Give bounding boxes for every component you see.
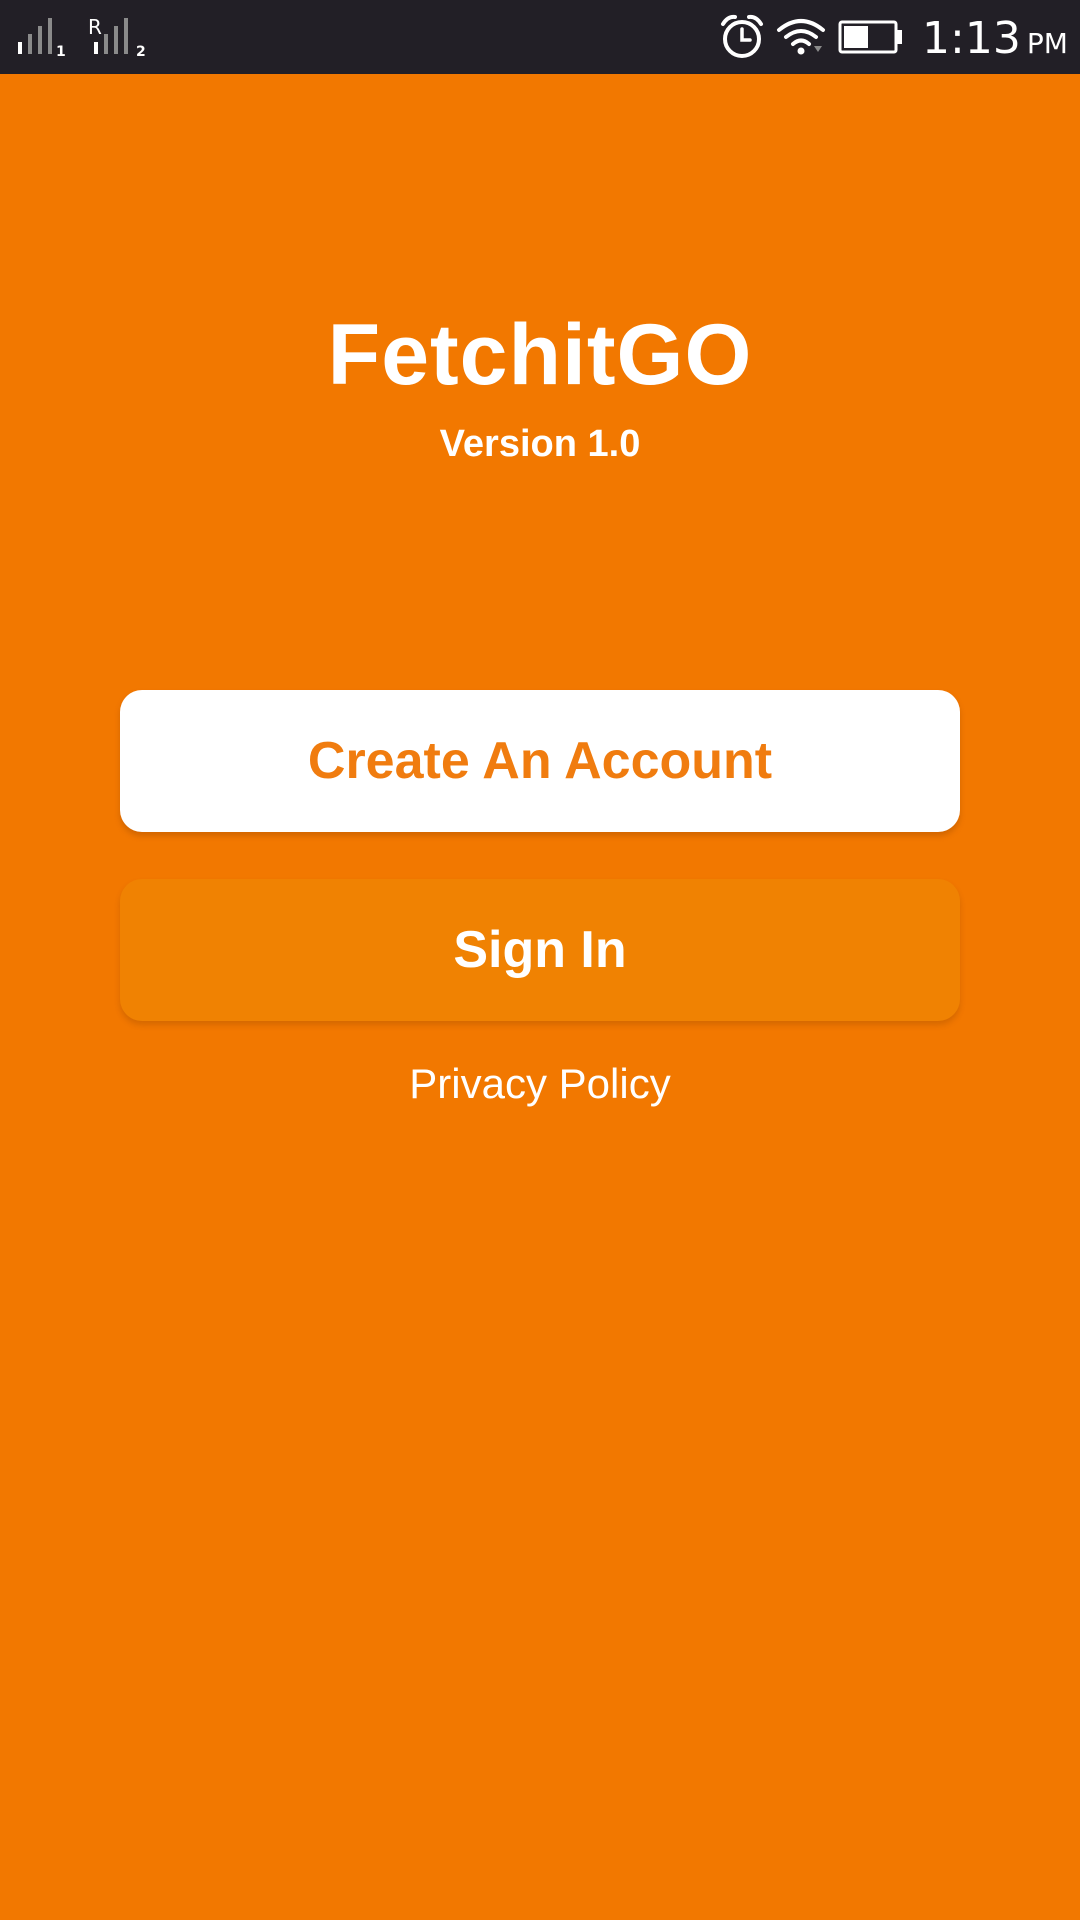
privacy-policy-link[interactable]: Privacy Policy (0, 1058, 1080, 1110)
battery-icon (838, 20, 902, 54)
status-time: 1:13 PM (922, 12, 1068, 71)
time-text: 1:13 (922, 13, 1021, 64)
create-account-button[interactable]: Create An Account (120, 690, 960, 832)
wifi-icon (777, 19, 825, 55)
sim2-roaming-label: R (88, 15, 102, 39)
alarm-icon (721, 14, 763, 58)
screen: 1 R 2 1:13 PM FetchitGO Version 1.0 Crea… (0, 0, 1080, 1920)
signal-sim1-icon (18, 18, 52, 54)
ampm-text: PM (1026, 27, 1068, 60)
sign-in-button[interactable]: Sign In (120, 879, 960, 1021)
app-title: FetchitGO (327, 307, 753, 403)
sim1-label: 1 (56, 44, 66, 60)
signal-sim2-roaming-icon: R (88, 15, 128, 54)
sim2-label: 2 (136, 44, 146, 60)
signal-icons: 1 R 2 (18, 15, 146, 60)
sign-in-label: Sign In (453, 921, 627, 979)
create-account-label: Create An Account (307, 732, 773, 790)
status-bar: 1 R 2 1:13 PM (0, 0, 1080, 74)
app-version: Version 1.0 (439, 423, 641, 465)
